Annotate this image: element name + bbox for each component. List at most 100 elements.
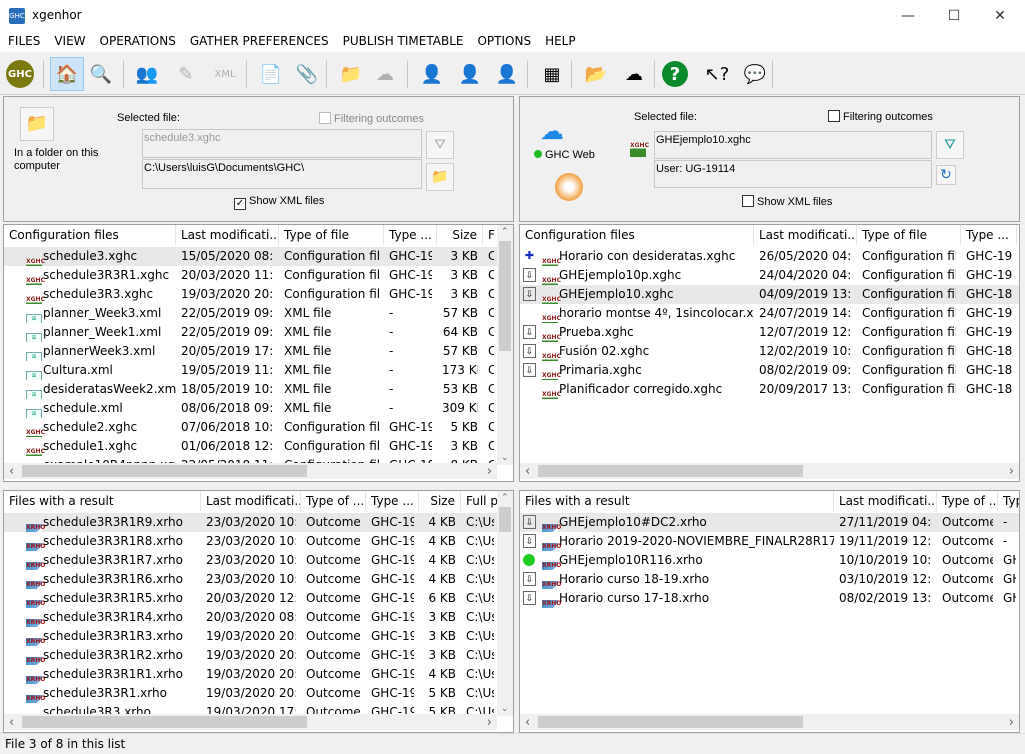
scroll-up-arrow[interactable]: ⌃ [501, 493, 509, 503]
show-xml-checkbox[interactable]: Show XML files [742, 195, 832, 208]
column-header[interactable]: Last modificati... [201, 491, 301, 511]
column-header[interactable]: Files with a result [4, 491, 201, 511]
menu-operations[interactable]: OPERATIONS [92, 32, 182, 48]
list-item[interactable]: ≡planner_Week3.xml 22/05/2019 09:55 XML fi… [4, 304, 513, 323]
refresh-button[interactable]: ↻ [936, 165, 956, 185]
list-item[interactable]: XRHOschedule3R3R1.xrho 19/03/2020 20:11 Ou… [4, 684, 513, 703]
list-item[interactable]: ⇩ XRHOGHEjemplo10#DC2.xrho 27/11/2019 04:4… [520, 513, 1019, 532]
column-header[interactable]: Typ [998, 491, 1019, 511]
scroll-right-arrow[interactable]: › [1009, 464, 1014, 479]
home-folder-icon[interactable]: 🏠 [50, 57, 84, 91]
selected-file-field[interactable]: schedule3.xghc [142, 129, 422, 158]
column-header[interactable]: Full p [461, 491, 499, 511]
user-cloud-remove-icon[interactable]: 👤 [490, 57, 524, 91]
horizontal-scrollbar[interactable]: ‹ › [520, 714, 1019, 730]
list-item[interactable]: XGHCschedule3.xghc 15/05/2020 08:57 Config… [4, 247, 513, 266]
column-header[interactable]: Type of file [279, 225, 384, 245]
horizontal-scrollbar[interactable]: ‹ › [4, 463, 497, 479]
list-item[interactable]: ≡Cultura.xml 19/05/2019 11:23 XML file - 173… [4, 361, 513, 380]
list-item[interactable]: ≡plannerWeek3.xml 20/05/2019 17:20 XML fil… [4, 342, 513, 361]
document-hand-icon[interactable]: 📄 [254, 57, 288, 91]
list-item[interactable]: XRHOschedule3R3R1R7.xrho 23/03/2020 10:31… [4, 551, 513, 570]
list-item[interactable]: XRHOschedule3R3R1R2.xrho 19/03/2020 20:13… [4, 646, 513, 665]
column-header[interactable]: Last modificati... [754, 225, 857, 245]
scroll-right-arrow[interactable]: › [1009, 715, 1014, 730]
home-folder-icon[interactable]: 📁 [20, 107, 54, 141]
column-header[interactable]: Files with a result [520, 491, 834, 511]
list-item[interactable]: XGHCschedule3R3.xghc 19/03/2020 20:03 Conf… [4, 285, 513, 304]
list-item[interactable]: ⇩ XRHOHorario 2019-2020-NOVIEMBRE_FINALR2… [520, 532, 1019, 551]
close-button[interactable]: ✕ [977, 0, 1023, 32]
show-xml-checkbox[interactable]: ✓ Show XML files [234, 195, 324, 210]
list-item[interactable]: XGHCschedule3R3R1.xghc 20/03/2020 11:59 Co… [4, 266, 513, 285]
scroll-right-arrow[interactable]: › [487, 715, 492, 730]
scrollbar-thumb[interactable] [538, 716, 803, 728]
scroll-down-arrow[interactable]: ⌄ [501, 704, 509, 714]
column-header[interactable]: Configuration files [4, 225, 176, 245]
horizontal-scrollbar[interactable]: ‹ › [4, 714, 497, 730]
scroll-right-arrow[interactable]: › [487, 464, 492, 479]
column-header[interactable]: Type of ... [937, 491, 998, 511]
list-item[interactable]: XGHCschedule2.xghc 07/06/2018 10:15 Config… [4, 418, 513, 437]
column-header[interactable]: Last modificati... [834, 491, 937, 511]
menu-publish-timetable[interactable]: PUBLISH TIMETABLE [335, 32, 470, 48]
user-field[interactable]: User: UG-19114 [654, 160, 932, 188]
list-item[interactable]: XRHOschedule3R3R1R6.xrho 23/03/2020 10:31… [4, 570, 513, 589]
column-header[interactable]: Type ... [366, 491, 419, 511]
filter-outcomes-button[interactable]: ⛛ [936, 131, 964, 159]
ghc-logo-icon[interactable]: GHC [6, 60, 34, 88]
minimize-button[interactable]: — [885, 0, 931, 32]
list-item[interactable]: XRHOschedule3R3R1R9.xrho 23/03/2020 10:31… [4, 513, 513, 532]
scroll-left-arrow[interactable]: ‹ [525, 715, 530, 730]
ghc-web-app-logo[interactable] [555, 173, 583, 201]
filtering-outcomes-checkbox[interactable]: Filtering outcomes [319, 112, 424, 125]
list-item[interactable]: ⇩ XGHCPrimaria.xghc 08/02/2019 09:09 Config… [520, 361, 1019, 380]
list-item[interactable]: XGHCPlanificador corregido.xghc 20/09/201… [520, 380, 1019, 399]
scrollbar-thumb[interactable] [22, 716, 307, 728]
scroll-left-arrow[interactable]: ‹ [9, 464, 14, 479]
scrollbar-thumb[interactable] [499, 241, 511, 351]
menu-help[interactable]: HELP [537, 32, 582, 48]
menu-options[interactable]: OPTIONS [469, 32, 537, 48]
menu-view[interactable]: VIEW [46, 32, 91, 48]
checkbox[interactable] [828, 110, 840, 122]
column-header[interactable]: Size [437, 225, 483, 245]
list-item[interactable]: ⇩ XGHCPrueba.xghc 12/07/2019 12:20 Configur… [520, 323, 1019, 342]
checkbox[interactable] [319, 112, 331, 124]
column-header[interactable]: Type ... [961, 225, 1017, 245]
maximize-button[interactable]: ☐ [931, 0, 977, 32]
list-item[interactable]: XRHOschedule3R3R1R3.xrho 19/03/2020 20:17… [4, 627, 513, 646]
list-item[interactable]: XRHOschedule3R3R1R5.xrho 20/03/2020 12:48… [4, 589, 513, 608]
attachment-icon[interactable]: 📎 [290, 57, 324, 91]
help-icon[interactable]: ? [662, 61, 688, 87]
list-item[interactable]: ⇩ XRHOHorario curso 17-18.xrho 08/02/2019 … [520, 589, 1019, 608]
list-item[interactable]: XRHOschedule3R3R1R1.xrho 19/03/2020 20:12… [4, 665, 513, 684]
list-item[interactable]: ≡schedule.xml 08/06/2018 09:30 XML file - 30… [4, 399, 513, 418]
browse-folder-button[interactable]: 📁 [426, 163, 454, 191]
column-header[interactable]: Last modificati... [176, 225, 279, 245]
vertical-scrollbar[interactable]: ⌃ ⌄ [497, 491, 513, 716]
list-item[interactable]: XRHOschedule3R3R1R8.xrho 23/03/2020 10:31… [4, 532, 513, 551]
scrollbar-thumb[interactable] [538, 465, 803, 477]
context-help-icon[interactable]: ↖? [700, 57, 734, 91]
list-item[interactable]: ≡planner_Week1.xml 22/05/2019 09:52 XML fi… [4, 323, 513, 342]
selected-file-field[interactable]: GHEjemplo10.xghc [654, 131, 932, 159]
scroll-down-arrow[interactable]: ⌄ [501, 453, 509, 463]
horizontal-scrollbar[interactable]: ‹ › [520, 463, 1019, 479]
scroll-left-arrow[interactable]: ‹ [525, 464, 530, 479]
vertical-scrollbar[interactable]: ⌃ ⌄ [497, 225, 513, 465]
cloud-timetable-icon[interactable]: ▦ [535, 57, 569, 91]
list-item[interactable]: ⇩ XGHCFusión 02.xghc 12/02/2019 10:02 Confi… [520, 342, 1019, 361]
filtering-outcomes-checkbox[interactable]: Filtering outcomes [828, 110, 933, 123]
menu-files[interactable]: FILES [0, 32, 46, 48]
folder-import-icon[interactable]: 📁 [334, 57, 368, 91]
search-document-icon[interactable]: 🔍 [84, 57, 118, 91]
list-item[interactable]: ✚ XGHCHorario con desideratas.xghc 26/05/2… [520, 247, 1019, 266]
column-header[interactable]: Type of ... [301, 491, 366, 511]
column-header[interactable]: Configuration files [520, 225, 754, 245]
scrollbar-thumb[interactable] [499, 507, 511, 532]
scroll-left-arrow[interactable]: ‹ [9, 715, 14, 730]
list-item[interactable]: XRHOGHEjemplo10R116.xrho 10/10/2019 10:57… [520, 551, 1019, 570]
scrollbar-thumb[interactable] [22, 465, 307, 477]
list-item[interactable]: ⇩ XGHCGHEjemplo10p.xghc 24/04/2020 04:27 Co… [520, 266, 1019, 285]
